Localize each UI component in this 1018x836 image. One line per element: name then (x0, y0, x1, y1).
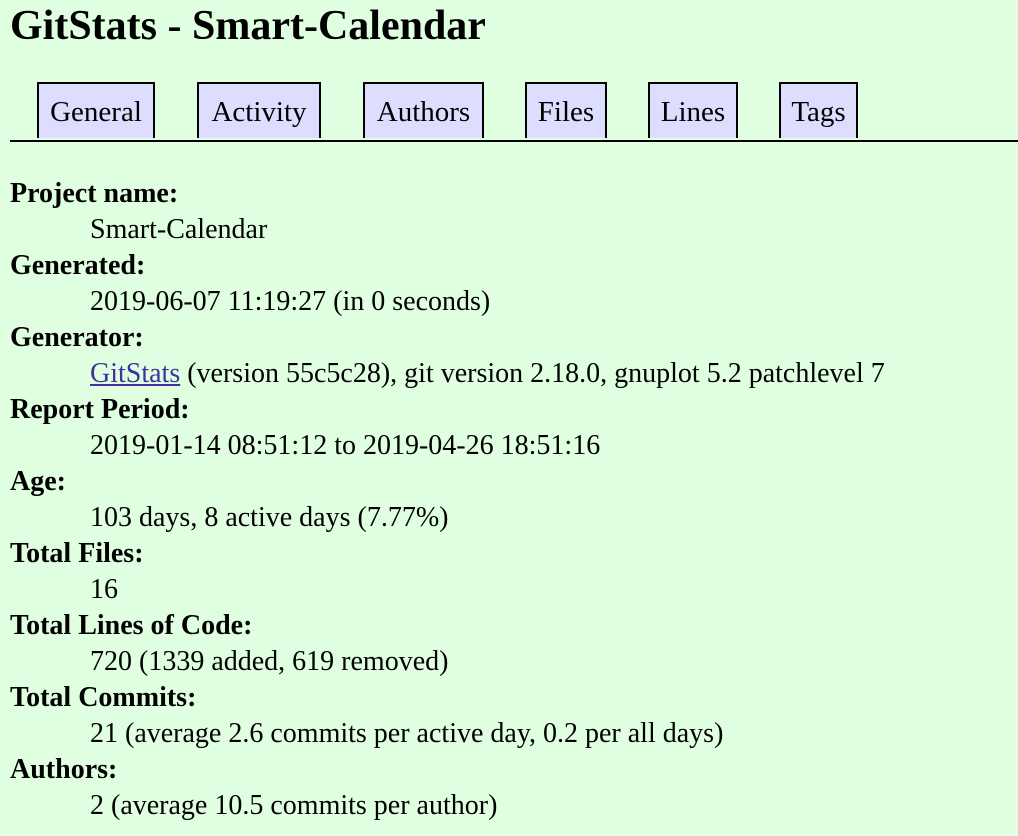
age-label: Age: (10, 466, 66, 497)
gitstats-link[interactable]: GitStats (90, 358, 180, 389)
tab-activity[interactable]: Activity (197, 82, 321, 138)
project-name-label: Project name: (10, 178, 179, 209)
total-commits-value: 21 (average 2.6 commits per active day, … (90, 718, 724, 749)
tab-general[interactable]: General (37, 82, 155, 138)
total-files-value: 16 (90, 574, 118, 605)
generated-value: 2019-06-07 11:19:27 (in 0 seconds) (90, 286, 491, 317)
total-files-label: Total Files: (10, 538, 144, 569)
generator-value: GitStats (version 55c5c28), git version … (90, 356, 1010, 392)
total-commits-label: Total Commits: (10, 682, 197, 713)
tab-authors[interactable]: Authors (363, 82, 484, 138)
report-period-label: Report Period: (10, 394, 190, 425)
generator-label: Generator: (10, 322, 144, 353)
general-stats-list: Project name: Smart-Calendar Generated: … (10, 176, 1010, 824)
tab-lines[interactable]: Lines (648, 82, 738, 138)
total-lines-value: 720 (1339 added, 619 removed) (90, 646, 449, 677)
authors-label: Authors: (10, 754, 118, 785)
nav-tabs: General Activity Authors Files Lines Tag… (0, 82, 1018, 142)
nav-divider (10, 140, 1018, 142)
age-value: 103 days, 8 active days (7.77%) (90, 502, 449, 533)
tab-tags[interactable]: Tags (779, 82, 858, 138)
report-period-value: 2019-01-14 08:51:12 to 2019-04-26 18:51:… (90, 430, 601, 461)
project-name-value: Smart-Calendar (90, 214, 268, 245)
total-lines-label: Total Lines of Code: (10, 610, 253, 641)
page-title: GitStats - Smart-Calendar (10, 3, 486, 49)
authors-value: 2 (average 10.5 commits per author) (90, 790, 498, 821)
generated-label: Generated: (10, 250, 146, 281)
tab-files[interactable]: Files (525, 82, 607, 138)
generator-details: (version 55c5c28), git version 2.18.0, g… (180, 358, 885, 389)
